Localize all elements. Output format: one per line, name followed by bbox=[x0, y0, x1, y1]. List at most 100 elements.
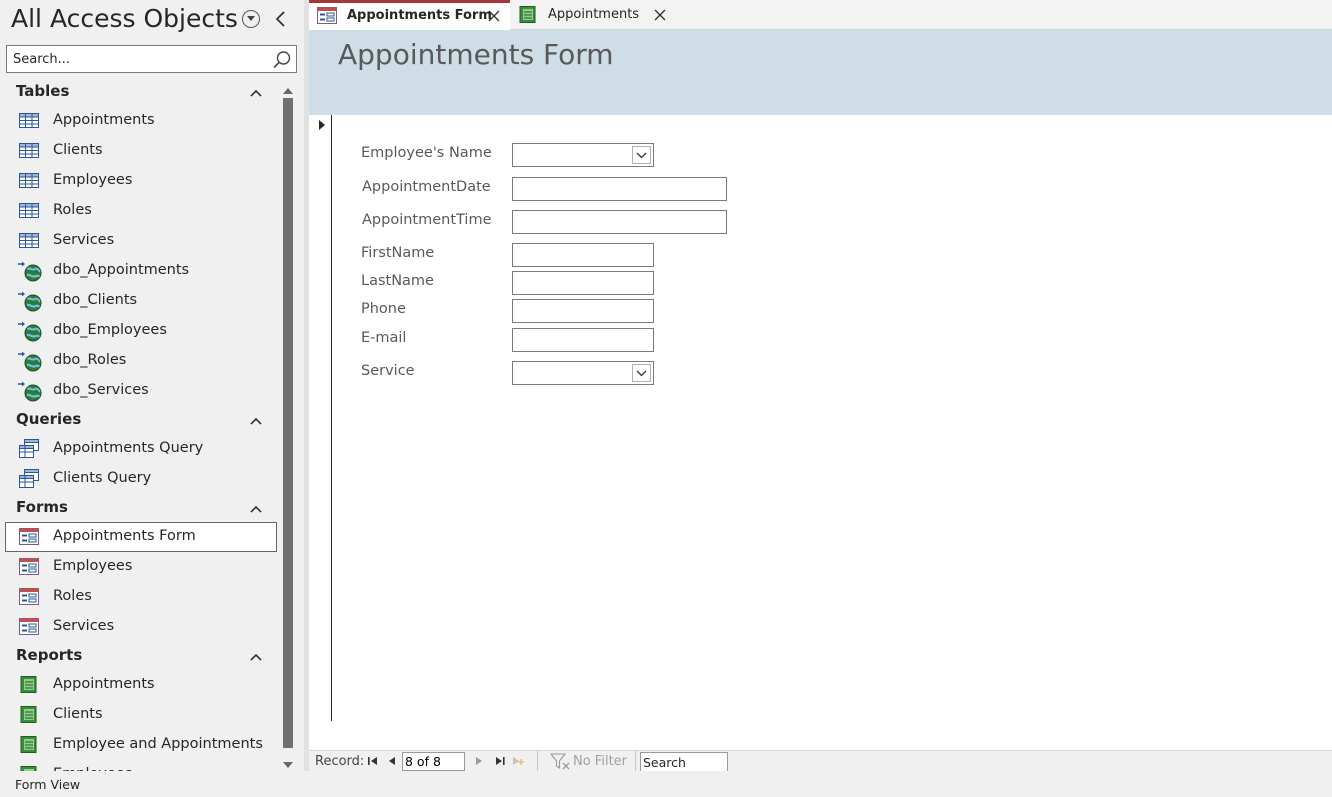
form-icon bbox=[18, 587, 40, 607]
record-selector[interactable] bbox=[309, 115, 332, 721]
collapse-nav-pane-icon[interactable] bbox=[272, 8, 290, 30]
last-name-label: LastName bbox=[361, 273, 434, 289]
nav-item-label: Appointments bbox=[53, 676, 155, 692]
nav-item-dbo-services[interactable]: dbo_Services bbox=[0, 376, 280, 406]
record-search-input[interactable] bbox=[640, 752, 728, 772]
employee-name-label: Employee's Name bbox=[361, 145, 492, 161]
nav-search-input[interactable] bbox=[13, 49, 268, 69]
form-icon bbox=[18, 617, 40, 637]
nav-item-label: Clients Query bbox=[53, 470, 152, 486]
first-name-field[interactable] bbox=[512, 243, 654, 267]
nav-item-appointments-query[interactable]: Appointments Query bbox=[0, 434, 280, 464]
nav-item-label: dbo_Roles bbox=[53, 352, 127, 368]
query-icon bbox=[18, 439, 40, 459]
nav-item-label: dbo_Clients bbox=[53, 292, 138, 308]
nav-scrollbar[interactable] bbox=[281, 82, 295, 770]
table-icon bbox=[18, 201, 40, 221]
nav-item-dbo-appointments[interactable]: dbo_Appointments bbox=[0, 256, 280, 286]
form-icon bbox=[18, 557, 40, 577]
nav-item-label: dbo_Employees bbox=[53, 322, 167, 338]
appointment-time-field[interactable] bbox=[512, 210, 727, 234]
nav-item-appointments-form[interactable]: Appointments Form bbox=[5, 522, 277, 552]
chevron-up-icon[interactable] bbox=[249, 412, 263, 425]
report-icon bbox=[518, 6, 538, 23]
previous-record-icon[interactable] bbox=[385, 754, 399, 768]
form-icon bbox=[317, 7, 337, 24]
nav-item-label: Clients bbox=[53, 142, 103, 158]
form-title: Appointments Form bbox=[338, 38, 614, 71]
nav-item-label: Appointments bbox=[53, 112, 155, 128]
email-field[interactable] bbox=[512, 328, 654, 352]
nav-item-label: dbo_Services bbox=[53, 382, 149, 398]
nav-group-label: Queries bbox=[16, 410, 82, 428]
chevron-up-icon[interactable] bbox=[249, 500, 263, 513]
nav-item-employees[interactable]: Employees bbox=[0, 760, 280, 771]
next-record-icon[interactable] bbox=[472, 754, 486, 768]
new-record-icon[interactable] bbox=[511, 754, 525, 768]
report-icon bbox=[18, 675, 40, 695]
nav-item-label: Employees bbox=[53, 172, 133, 188]
separator bbox=[537, 751, 538, 772]
first-record-icon[interactable] bbox=[366, 754, 380, 768]
nav-item-label: dbo_Appointments bbox=[53, 262, 190, 278]
query-icon bbox=[18, 469, 40, 489]
nav-item-dbo-roles[interactable]: dbo_Roles bbox=[0, 346, 280, 376]
appointment-date-field[interactable] bbox=[512, 177, 727, 201]
chevron-up-icon[interactable] bbox=[249, 648, 263, 661]
nav-item-clients[interactable]: Clients bbox=[0, 700, 280, 730]
tab-label: Appointments bbox=[548, 7, 640, 22]
nav-pane-menu-icon[interactable] bbox=[242, 10, 260, 28]
nav-item-employees[interactable]: Employees bbox=[0, 166, 280, 196]
nav-item-dbo-employees[interactable]: dbo_Employees bbox=[0, 316, 280, 346]
report-icon bbox=[18, 705, 40, 725]
employee-name-combo[interactable] bbox=[512, 143, 654, 167]
phone-field[interactable] bbox=[512, 299, 654, 323]
nav-pane-title[interactable]: All Access Objects bbox=[11, 4, 238, 33]
linked-table-icon bbox=[18, 291, 42, 312]
nav-item-services[interactable]: Services bbox=[0, 226, 280, 256]
document-tab-bar: Appointments Form Appointments bbox=[309, 0, 1332, 30]
service-combo[interactable] bbox=[512, 361, 654, 385]
filter-toggle[interactable]: No Filter bbox=[549, 751, 639, 772]
nav-group-header-tables[interactable]: Tables bbox=[0, 78, 280, 106]
last-record-icon[interactable] bbox=[493, 754, 507, 768]
nav-object-list: Tables Appointments Clients Employees Roles S… bbox=[0, 78, 280, 771]
nav-item-roles[interactable]: Roles bbox=[0, 582, 280, 612]
nav-item-roles[interactable]: Roles bbox=[0, 196, 280, 226]
last-name-field[interactable] bbox=[512, 271, 654, 295]
nav-group-header-queries[interactable]: Queries bbox=[0, 406, 280, 434]
nav-group-header-forms[interactable]: Forms bbox=[0, 494, 280, 522]
nav-item-appointments[interactable]: Appointments bbox=[0, 670, 280, 700]
scroll-down-arrow-icon[interactable] bbox=[282, 756, 294, 768]
current-record-field[interactable] bbox=[402, 752, 465, 771]
nav-group-label: Tables bbox=[16, 82, 70, 100]
nav-group-header-reports[interactable]: Reports bbox=[0, 642, 280, 670]
nav-item-clients[interactable]: Clients bbox=[0, 136, 280, 166]
nav-search-box bbox=[6, 45, 297, 73]
navigation-pane: All Access Objects Tables Appointments Cli… bbox=[0, 0, 304, 771]
nav-item-label: Roles bbox=[53, 588, 92, 604]
appointment-date-label: AppointmentDate bbox=[362, 179, 491, 195]
nav-item-clients-query[interactable]: Clients Query bbox=[0, 464, 280, 494]
search-icon[interactable] bbox=[271, 49, 293, 71]
tab-appointments-form[interactable]: Appointments Form bbox=[309, 0, 510, 30]
chevron-down-icon[interactable] bbox=[632, 146, 651, 164]
first-name-label: FirstName bbox=[361, 245, 435, 261]
form-header: Appointments Form bbox=[309, 30, 1332, 115]
close-tab-icon[interactable] bbox=[487, 8, 501, 22]
nav-item-dbo-clients[interactable]: dbo_Clients bbox=[0, 286, 280, 316]
nav-item-appointments[interactable]: Appointments bbox=[0, 106, 280, 136]
chevron-down-icon[interactable] bbox=[632, 364, 651, 382]
nav-item-employees[interactable]: Employees bbox=[0, 552, 280, 582]
nav-item-services[interactable]: Services bbox=[0, 612, 280, 642]
record-label: Record: bbox=[315, 754, 365, 769]
chevron-up-icon[interactable] bbox=[249, 84, 263, 97]
nav-item-label: Services bbox=[53, 232, 115, 248]
scroll-up-arrow-icon[interactable] bbox=[282, 82, 294, 94]
linked-table-icon bbox=[18, 351, 42, 372]
scrollbar-thumb[interactable] bbox=[283, 98, 293, 748]
tab-appointments-report[interactable]: Appointments bbox=[510, 0, 674, 30]
close-tab-icon[interactable] bbox=[653, 7, 667, 21]
table-icon bbox=[18, 171, 40, 191]
nav-item-employee-and-appointments[interactable]: Employee and Appointments bbox=[0, 730, 280, 760]
